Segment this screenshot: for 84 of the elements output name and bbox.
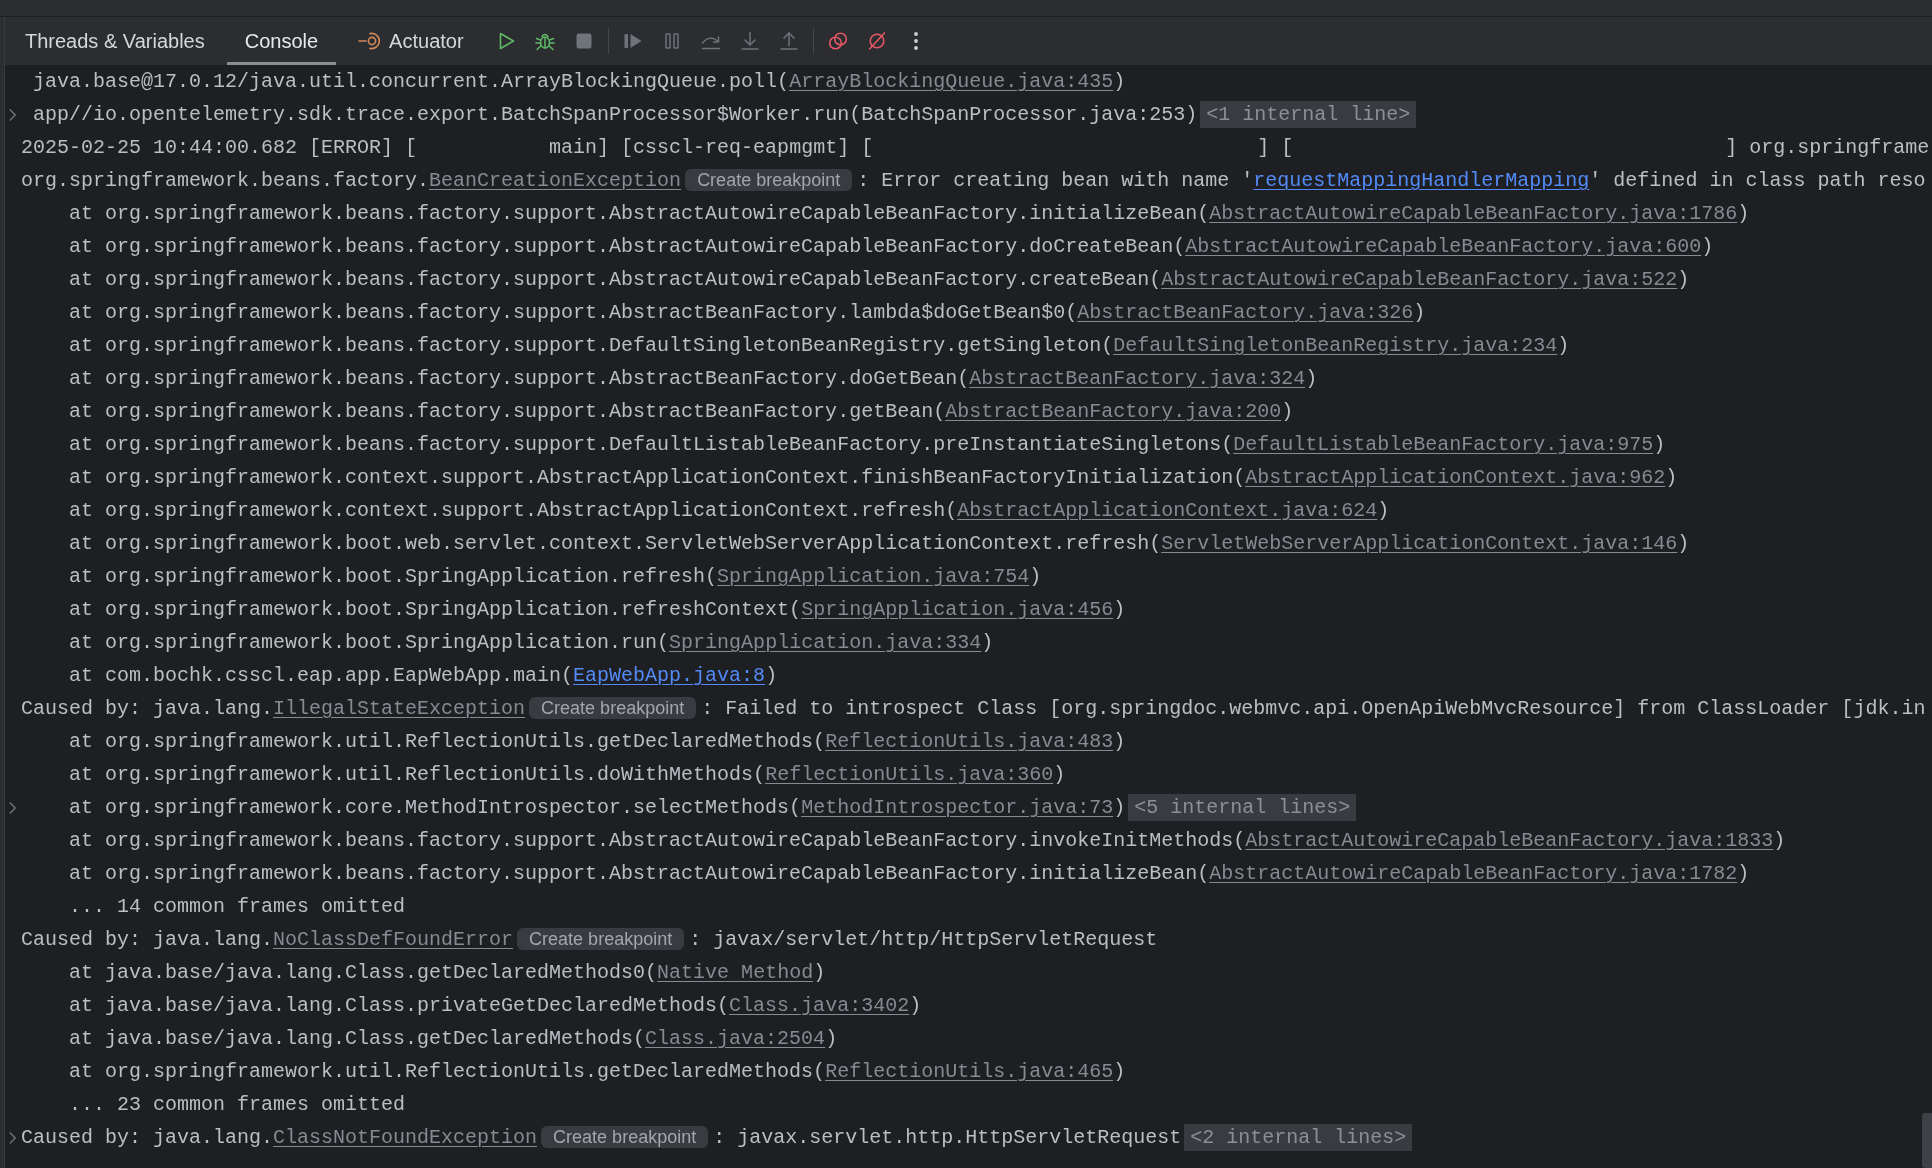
link[interactable]: MethodIntrospector.java:73: [801, 796, 1114, 819]
link[interactable]: AbstractAutowireCapableBeanFactory.java:600: [1185, 235, 1702, 258]
console-line: ... 14 common frames omitted: [69, 894, 406, 920]
panel-tab[interactable]: Threads & Variables: [7, 17, 223, 65]
link[interactable]: Class.java:3402: [729, 994, 910, 1017]
console-line: app//io.opentelemetry.sdk.trace.export.BatchSpanProcessor$Worker.run(BatchSpanProcessor.java:253) <1 internal line>: [33, 98, 1417, 131]
link[interactable]: Native Method: [657, 961, 814, 984]
link[interactable]: AbstractAutowireCapableBeanFactory.java:1833: [1245, 829, 1774, 852]
more-icon: [912, 31, 919, 51]
console-line: at org.springframework.beans.factory.support.AbstractAutowireCapableBeanFactory.createBean(AbstractAutowireCapableBeanFactory.java:522): [69, 267, 1690, 293]
link[interactable]: ClassNotFoundException: [273, 1126, 538, 1149]
link[interactable]: BeanCreationException: [429, 169, 682, 192]
link[interactable]: requestMappingHandlerMapping: [1253, 169, 1590, 192]
console-line: at org.springframework.boot.SpringApplication.refreshContext(SpringApplication.java:456): [69, 597, 1126, 623]
link[interactable]: SpringApplication.java:456: [801, 598, 1114, 621]
link[interactable]: AbstractApplicationContext.java:624: [957, 499, 1378, 522]
link[interactable]: AbstractAutowireCapableBeanFactory.java:1782: [1209, 862, 1738, 885]
link[interactable]: AbstractApplicationContext.java:962: [1245, 466, 1666, 489]
console-line: at org.springframework.beans.factory.support.AbstractAutowireCapableBeanFactory.doCreateBean(AbstractAutowireCapableBeanFactory.java:600): [69, 234, 1714, 260]
internal-lines-button[interactable]: <1 internal line>: [1200, 101, 1417, 128]
console-line: at org.springframework.core.MethodIntrospector.selectMethods(MethodIntrospector.java:73) <5 internal lines>: [69, 791, 1357, 824]
link[interactable]: SpringApplication.java:754: [717, 565, 1030, 588]
console-line: Caused by: java.lang.NoClassDefFoundError Create breakpoint : javax/servlet/http/HttpServletRequest: [21, 927, 1158, 953]
link[interactable]: EapWebApp.java:8: [573, 664, 766, 687]
link[interactable]: ReflectionUtils.java:465: [825, 1060, 1114, 1083]
console-line: org.springframework.beans.factory.BeanCreationException Create breakpoint : Error creating bean with name 'requestMappingHandlerMapping' defined in class path reso: [21, 168, 1926, 194]
console-line: at org.springframework.beans.factory.support.DefaultListableBeanFactory.preInstantiateSingletons(DefaultListableBeanFactory.java:975): [69, 432, 1666, 458]
internal-lines-button[interactable]: <5 internal lines>: [1128, 794, 1357, 821]
breakpoints-icon: [827, 31, 848, 51]
console-line: Caused by: java.lang.ClassNotFoundException Create breakpoint : javax.servlet.http.HttpServletRequest <2 internal lines>: [21, 1121, 1413, 1154]
create-breakpoint-button[interactable]: Create breakpoint: [541, 1126, 709, 1148]
console-line: at org.springframework.beans.factory.support.AbstractBeanFactory.lambda$doGetBean$0(AbstractBeanFactory.java:326): [69, 300, 1426, 326]
create-breakpoint-button[interactable]: Create breakpoint: [685, 169, 853, 191]
console-line: at org.springframework.boot.web.servlet.context.ServletWebServerApplicationContext.refresh(ServletWebServerApplicationContext.java:146): [69, 531, 1690, 557]
console-line: at org.springframework.beans.factory.support.AbstractAutowireCapableBeanFactory.initializeBean(AbstractAutowireCapableBeanFactory.java:1786): [69, 201, 1750, 227]
console-line: at org.springframework.beans.factory.support.AbstractBeanFactory.getBean(AbstractBeanFactory.java:200): [69, 399, 1294, 425]
link[interactable]: AbstractAutowireCapableBeanFactory.java:1786: [1209, 202, 1738, 225]
console-line: Caused by: java.lang.IllegalStateException Create breakpoint : Failed to introspect Class [org.springdoc.webmvc.api.OpenApiWebMvcResource] from ClassLoader [jdk.in: [21, 696, 1926, 722]
console-line: at java.base/java.lang.Class.getDeclaredMethods(Class.java:2504): [69, 1026, 838, 1052]
console-line: ... 23 common frames omitted: [69, 1092, 406, 1118]
internal-lines-button[interactable]: <2 internal lines>: [1184, 1124, 1413, 1151]
fold-chevron-icon[interactable]: [9, 801, 16, 814]
console-line: at org.springframework.context.support.AbstractApplicationContext.finishBeanFactoryInitialization(AbstractApplicationContext.java:962): [69, 465, 1678, 491]
fold-chevron-icon[interactable]: [9, 108, 16, 121]
link[interactable]: DefaultListableBeanFactory.java:975: [1233, 433, 1654, 456]
link[interactable]: NoClassDefFoundError: [273, 928, 514, 951]
console-line: at org.springframework.beans.factory.support.AbstractAutowireCapableBeanFactory.invokeInitMethods(AbstractAutowireCapableBeanFactory.java:1833): [69, 828, 1786, 854]
console-line: at org.springframework.boot.SpringApplication.run(SpringApplication.java:334): [69, 630, 994, 656]
link[interactable]: ServletWebServerApplicationContext.java:146: [1161, 532, 1678, 555]
resume-icon: [622, 31, 643, 51]
link[interactable]: Class.java:2504: [645, 1027, 826, 1050]
fold-chevron-icon[interactable]: [9, 1131, 16, 1144]
console-line: at java.base/java.lang.Class.getDeclaredMethods0(Native Method): [69, 960, 826, 986]
console-line: at org.springframework.util.ReflectionUtils.getDeclaredMethods(ReflectionUtils.java:483): [69, 729, 1126, 755]
console-line: at org.springframework.beans.factory.support.AbstractAutowireCapableBeanFactory.initializeBean(AbstractAutowireCapableBeanFactory.java:1782): [69, 861, 1750, 887]
console-line: at org.springframework.beans.factory.support.AbstractBeanFactory.doGetBean(AbstractBeanFactory.java:324): [69, 366, 1318, 392]
link[interactable]: AbstractBeanFactory.java:200: [945, 400, 1282, 423]
link[interactable]: AbstractBeanFactory.java:324: [969, 367, 1306, 390]
console-line: at org.springframework.context.support.AbstractApplicationContext.refresh(AbstractApplicationContext.java:624): [69, 498, 1390, 524]
link[interactable]: ArrayBlockingQueue.java:435: [789, 70, 1114, 93]
create-breakpoint-button[interactable]: Create breakpoint: [529, 697, 697, 719]
link[interactable]: ReflectionUtils.java:360: [765, 763, 1054, 786]
console-line: at org.springframework.boot.SpringApplication.refresh(SpringApplication.java:754): [69, 564, 1042, 590]
scrollbar-thumb[interactable]: [1922, 1113, 1932, 1168]
link[interactable]: AbstractAutowireCapableBeanFactory.java:522: [1161, 268, 1678, 291]
console-line: at org.springframework.util.ReflectionUtils.doWithMethods(ReflectionUtils.java:360): [69, 762, 1066, 788]
link[interactable]: AbstractBeanFactory.java:326: [1077, 301, 1414, 324]
muted-breakpoint-icon: [866, 31, 887, 51]
console-line: 2025-02-25 10:44:00.682 [ERROR] [ main] [csscl-req-eapmgmt] [ ] [ ] org.springframe: [21, 135, 1930, 161]
console-line: at org.springframework.util.ReflectionUtils.getDeclaredMethods(ReflectionUtils.java:465): [69, 1059, 1126, 1085]
bug-icon: [534, 31, 555, 51]
link[interactable]: IllegalStateException: [273, 697, 526, 720]
panel-tab[interactable]: Actuator: [340, 17, 482, 65]
link[interactable]: ReflectionUtils.java:483: [825, 730, 1114, 753]
link[interactable]: DefaultSingletonBeanRegistry.java:234: [1113, 334, 1558, 357]
ring-icon: [358, 31, 381, 51]
create-breakpoint-button[interactable]: Create breakpoint: [517, 928, 685, 950]
console-line: at org.springframework.beans.factory.support.DefaultSingletonBeanRegistry.getSingleton(DefaultSingletonBeanRegistry.java:234): [69, 333, 1570, 359]
console-line: at com.bochk.csscl.eap.app.EapWebApp.main(EapWebApp.java:8): [69, 663, 778, 689]
console-line: at java.base/java.lang.Class.privateGetDeclaredMethods(Class.java:3402): [69, 993, 922, 1019]
step-into-icon: [739, 31, 760, 51]
console-line: java.base@17.0.12/java.util.concurrent.ArrayBlockingQueue.poll(ArrayBlockingQueue.java:435): [33, 69, 1126, 95]
link[interactable]: SpringApplication.java:334: [669, 631, 982, 654]
step-out-icon: [778, 31, 799, 51]
